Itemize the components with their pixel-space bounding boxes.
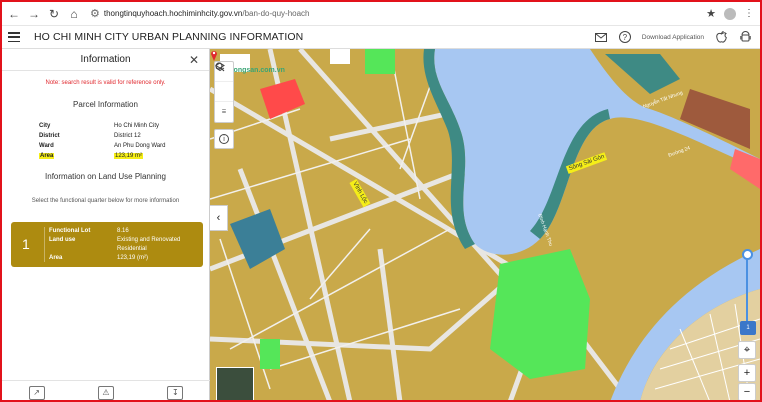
parcel-info-title: Parcel Information <box>73 100 138 109</box>
panel-title: Information <box>80 54 131 65</box>
browser-toolbar: ← → ↻ ⌂ ⚙ thongtinquyhoach.hochiminhcity… <box>2 2 760 26</box>
reference-note: Note: search result is valid for referen… <box>45 80 166 86</box>
parcel-row-city: City Ho Chi Minh City <box>39 121 189 131</box>
layers-icon[interactable] <box>215 62 233 102</box>
parcel-info-table: City Ho Chi Minh City District District … <box>39 121 189 161</box>
opacity-slider-track[interactable] <box>746 253 748 323</box>
quarter-area-value: 123,19 (m²) <box>117 254 149 261</box>
panel-footer: ↗ ⚠ ↧ <box>2 380 210 400</box>
ward-label: Ward <box>39 143 54 149</box>
quarter-area-label: Area <box>49 254 63 261</box>
share-icon[interactable]: ↗ <box>28 385 45 400</box>
url-path: /ban-do-quy-hoach <box>242 9 310 18</box>
app-title: HO CHI MINH CITY URBAN PLANNING INFORMAT… <box>34 31 304 43</box>
parcel-row-ward: Ward An Phu Dong Ward <box>39 141 189 151</box>
city-label: City <box>39 123 51 129</box>
zoom-out-button[interactable]: − <box>738 383 756 400</box>
location-pin-icon[interactable] <box>210 49 218 61</box>
ward-value: An Phu Dong Ward <box>114 143 166 149</box>
district-label: District <box>39 133 60 139</box>
site-info-icon[interactable]: ⚙ <box>90 7 100 20</box>
parcel-row-district: District District 12 <box>39 131 189 141</box>
land-use-title: Information on Land Use Planning <box>45 172 166 181</box>
profile-avatar[interactable] <box>724 7 736 20</box>
level-badge: 1 <box>740 321 756 335</box>
collapse-panel-button[interactable]: ‹ <box>210 205 228 231</box>
panel-header: Information ✕ <box>2 49 209 71</box>
app-header: HO CHI MINH CITY URBAN PLANNING INFORMAT… <box>2 26 760 49</box>
map-toolbar: ☰ <box>214 61 234 123</box>
browser-actions: ★ ⋮ <box>706 7 754 20</box>
info-button[interactable]: i <box>214 129 234 149</box>
download-icon[interactable]: ↧ <box>167 385 184 400</box>
browser-menu-icon[interactable]: ⋮ <box>744 8 754 19</box>
area-value: 123,19 m² <box>114 153 144 159</box>
reload-icon[interactable]: ↻ <box>46 6 62 22</box>
zoom-in-button[interactable]: + <box>738 364 756 382</box>
legend-icon[interactable]: ☰ <box>215 102 233 122</box>
card-divider <box>44 227 45 262</box>
mail-icon[interactable] <box>594 30 608 44</box>
land-use-value: Existing and Renovated <box>117 236 181 243</box>
close-icon[interactable]: ✕ <box>189 53 199 67</box>
download-app-link[interactable]: Download Application <box>642 34 704 41</box>
warning-icon[interactable]: ⚠ <box>97 385 114 400</box>
android-icon[interactable] <box>738 30 752 44</box>
district-value: District 12 <box>114 133 141 139</box>
opacity-slider-knob[interactable] <box>742 249 753 260</box>
url-host: thongtinquyhoach.hochiminhcity.gov.vn <box>103 9 243 18</box>
back-icon[interactable]: ← <box>6 6 22 22</box>
screen-frame: ← → ↻ ⌂ ⚙ thongtinquyhoach.hochiminhcity… <box>0 0 762 402</box>
functional-lot-label: Functional Lot <box>49 227 91 234</box>
map-canvas <box>210 49 760 400</box>
select-quarter-note: Select the functional quarter below for … <box>31 198 180 204</box>
functional-lot-value: 8.16 <box>117 227 129 234</box>
functional-quarter-card[interactable]: 1 Functional Lot 8.16 Land use Existing … <box>11 222 203 267</box>
apple-icon[interactable] <box>714 30 728 44</box>
city-value: Ho Chi Minh City <box>114 123 160 129</box>
planning-map[interactable]: Batdongsan.com.vn Nguyễn Tất Nhung Đường… <box>210 49 760 400</box>
land-use-label: Land use <box>49 236 76 243</box>
land-use-value-2: Residential <box>117 245 147 252</box>
quarter-details: Functional Lot 8.16 Land use Existing an… <box>49 226 180 262</box>
help-icon[interactable]: ? <box>618 30 632 44</box>
info-panel: Information ✕ Note: search result is val… <box>2 49 210 400</box>
locate-icon[interactable]: ⌖ <box>738 341 756 359</box>
home-icon[interactable]: ⌂ <box>66 6 82 22</box>
basemap-switcher[interactable] <box>216 367 254 400</box>
hamburger-menu-icon[interactable] <box>8 32 20 42</box>
forward-icon[interactable]: → <box>26 6 42 22</box>
quarter-number: 1 <box>22 236 30 252</box>
info-icon: i <box>219 134 229 144</box>
parcel-row-area: Area 123,19 m² <box>39 151 189 161</box>
header-actions: ? Download Application <box>594 30 752 44</box>
bookmark-star-icon[interactable]: ★ <box>706 7 716 20</box>
address-bar[interactable]: thongtinquyhoach.hochiminhcity.gov.vn/ba… <box>104 9 310 18</box>
area-label: Area <box>39 153 55 159</box>
